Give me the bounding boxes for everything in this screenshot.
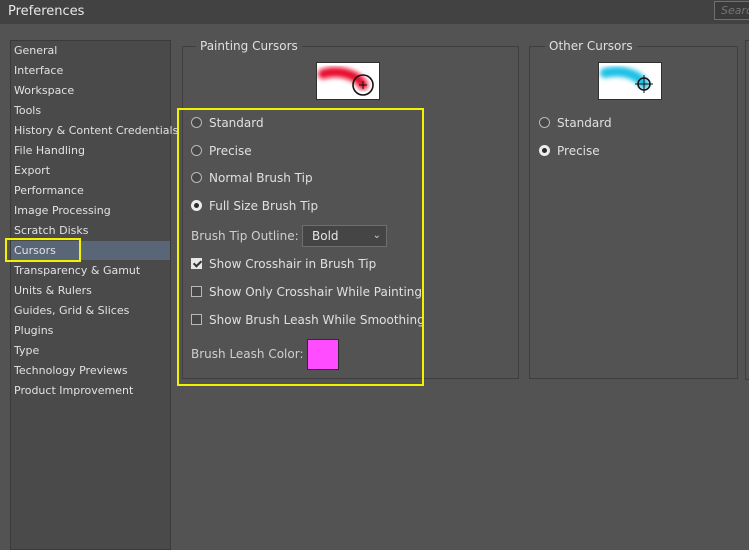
brush-stroke-icon [600,66,653,93]
sidebar-item-file-handling[interactable]: File Handling [11,141,170,160]
sidebar-item-plugins[interactable]: Plugins [11,321,170,340]
sidebar-item-type[interactable]: Type [11,341,170,360]
brush-stroke-icon [318,67,374,96]
sidebar-item-performance[interactable]: Performance [11,181,170,200]
sidebar-item-interface[interactable]: Interface [11,61,170,80]
title-bar: Preferences [0,0,749,24]
sidebar-item-product-improvement[interactable]: Product Improvement [11,381,170,400]
radio-button[interactable] [539,117,550,128]
other-cursor-preview [598,62,662,100]
search-input[interactable] [714,1,749,20]
sidebar-item-image-processing[interactable]: Image Processing [11,201,170,220]
sidebar-item-technology-previews[interactable]: Technology Previews [11,361,170,380]
sidebar-item-export[interactable]: Export [11,161,170,180]
sidebar-item-general[interactable]: General [11,41,170,60]
painting-options-highlight [177,108,424,386]
painting-cursors-title: Painting Cursors [196,39,302,53]
sidebar-item-transparency[interactable]: Transparency & Gamut [11,261,170,280]
window-title: Preferences [8,4,85,19]
other-cursors-title: Other Cursors [545,39,637,53]
sidebar-item-tools[interactable]: Tools [11,101,170,120]
sidebar-item-history[interactable]: History & Content Credentials [11,121,178,140]
sidebar-item-guides[interactable]: Guides, Grid & Slices [11,301,170,320]
sidebar-item-units-rulers[interactable]: Units & Rulers [11,281,170,300]
radio-button-selected[interactable] [539,145,550,156]
painting-cursor-preview [316,62,380,100]
sidebar: General Interface Workspace Tools Histor… [10,40,178,550]
sidebar-item-workspace[interactable]: Workspace [11,81,170,100]
right-edge-panel [745,40,749,380]
cursors-highlight [5,238,81,262]
